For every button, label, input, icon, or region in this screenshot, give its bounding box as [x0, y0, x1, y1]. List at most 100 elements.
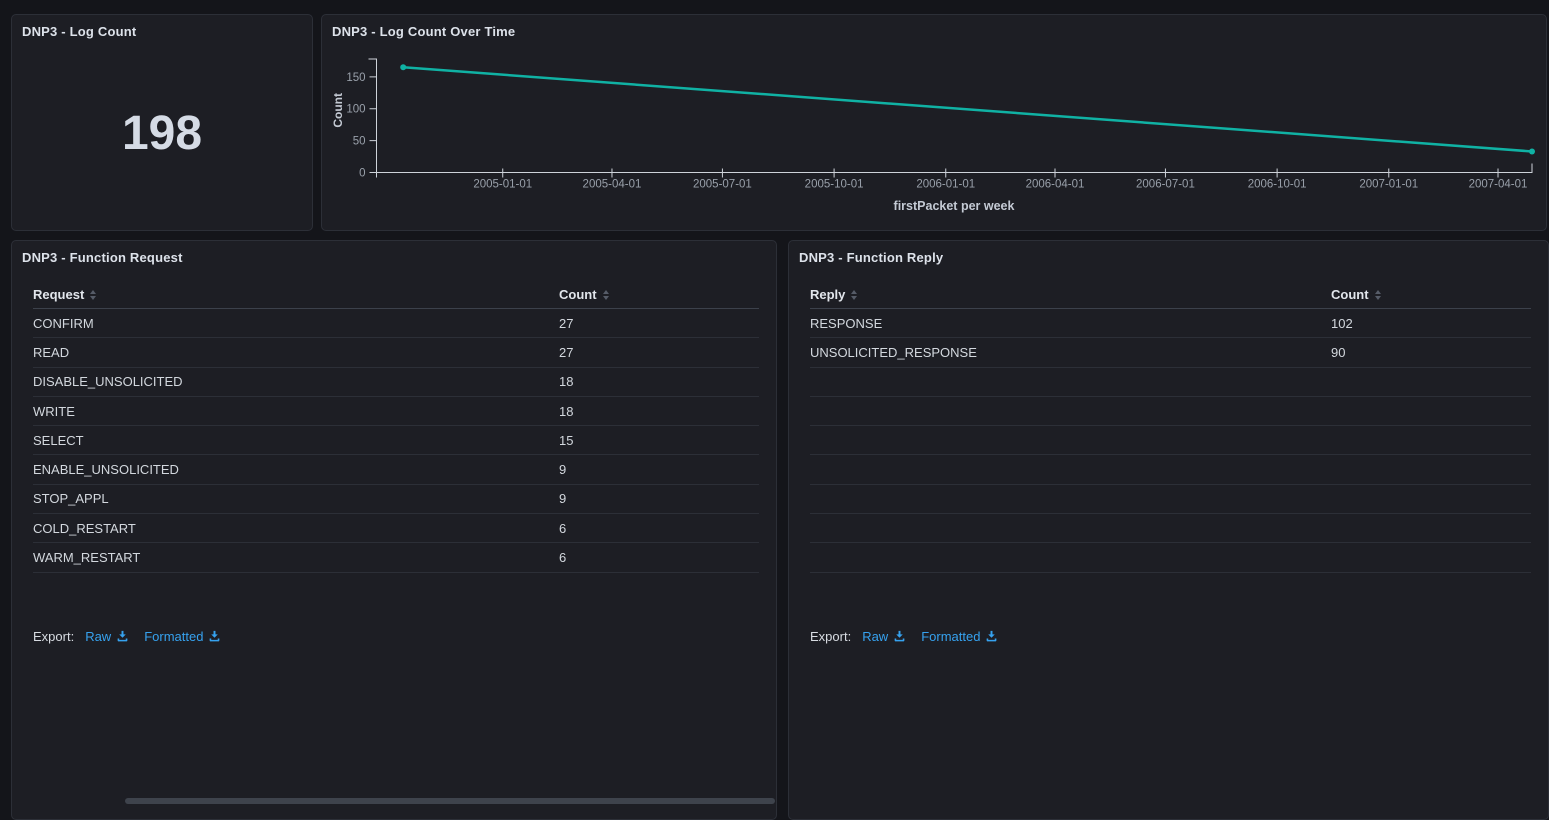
cell-count: 6 [559, 521, 759, 536]
svg-text:50: 50 [353, 136, 366, 148]
panel-function-reply: DNP3 - Function Reply Reply Count RESPON… [788, 240, 1549, 820]
table-row: DISABLE_UNSOLICITED18 [33, 368, 759, 397]
svg-text:150: 150 [346, 72, 365, 84]
sort-icon [851, 290, 857, 300]
download-icon [985, 630, 998, 643]
column-header-count[interactable]: Count [559, 287, 759, 302]
export-raw-link[interactable]: Raw [85, 629, 129, 644]
log-count-value: 198 [12, 110, 312, 158]
export-label: Export: [33, 629, 74, 644]
cell-key: ENABLE_UNSOLICITED [33, 462, 559, 477]
cell-count: 27 [559, 345, 759, 360]
sort-icon [603, 290, 609, 300]
cell-count: 18 [559, 404, 759, 419]
cell-count: 6 [559, 550, 759, 565]
sort-icon [90, 290, 96, 300]
column-header-label: Reply [810, 287, 845, 302]
column-header-label: Count [1331, 287, 1369, 302]
export-row: Export: Raw Formatted [810, 629, 1548, 644]
svg-text:0: 0 [359, 168, 365, 180]
svg-text:2005-04-01: 2005-04-01 [583, 179, 642, 191]
download-icon [116, 630, 129, 643]
table-row: ENABLE_UNSOLICITED9 [33, 455, 759, 484]
table-row: WARM_RESTART6 [33, 543, 759, 572]
svg-text:2006-07-01: 2006-07-01 [1136, 179, 1195, 191]
cell-key: COLD_RESTART [33, 521, 559, 536]
cell-key: SELECT [33, 433, 559, 448]
table-row: SELECT15 [33, 426, 759, 455]
download-icon [893, 630, 906, 643]
column-header-count[interactable]: Count [1331, 287, 1531, 302]
table-row: RESPONSE102 [810, 309, 1531, 338]
panel-log-count-over-time: DNP3 - Log Count Over Time 0501001502005… [321, 14, 1547, 231]
panel-function-request: DNP3 - Function Request Request Count CO… [11, 240, 777, 820]
cell-key: RESPONSE [810, 316, 1331, 331]
cell-count: 15 [559, 433, 759, 448]
panel-title: DNP3 - Log Count [12, 15, 312, 39]
y-axis-title: Count [331, 93, 345, 128]
panel-title: DNP3 - Function Reply [789, 241, 1548, 265]
svg-text:2006-01-01: 2006-01-01 [916, 179, 975, 191]
svg-text:100: 100 [346, 104, 365, 116]
cell-key: UNSOLICITED_RESPONSE [810, 345, 1331, 360]
table-header-row: Reply Count [810, 281, 1531, 309]
svg-text:2007-01-01: 2007-01-01 [1359, 179, 1418, 191]
cell-key: READ [33, 345, 559, 360]
table-row [810, 455, 1531, 484]
svg-text:2006-04-01: 2006-04-01 [1026, 179, 1085, 191]
function-reply-rows: RESPONSE102UNSOLICITED_RESPONSE90 [810, 309, 1531, 573]
cell-key: CONFIRM [33, 316, 559, 331]
log-count-chart[interactable]: 0 50 100 150 2005-01-01 2005-04-01 2005-07-01 2… [322, 15, 1546, 230]
table-row: STOP_APPL9 [33, 485, 759, 514]
export-link-label: Raw [862, 629, 888, 644]
svg-text:2005-07-01: 2005-07-01 [693, 179, 752, 191]
table-row [810, 543, 1531, 572]
table-row [810, 397, 1531, 426]
export-label: Export: [810, 629, 851, 644]
table-header-row: Request Count [33, 281, 759, 309]
x-axis-title: firstPacket per week [376, 199, 1532, 213]
column-header-label: Request [33, 287, 84, 302]
table-row [810, 368, 1531, 397]
cell-count: 18 [559, 374, 759, 389]
cell-count: 90 [1331, 345, 1531, 360]
sort-icon [1375, 290, 1381, 300]
table-row: READ27 [33, 338, 759, 367]
cell-count: 27 [559, 316, 759, 331]
table-row [810, 485, 1531, 514]
table-row: CONFIRM27 [33, 309, 759, 338]
column-header-reply[interactable]: Reply [810, 287, 1331, 302]
column-header-request[interactable]: Request [33, 287, 559, 302]
function-reply-table: Reply Count RESPONSE102UNSOLICITED_RESPO… [810, 281, 1531, 573]
svg-text:2007-04-01: 2007-04-01 [1469, 179, 1528, 191]
export-link-label: Raw [85, 629, 111, 644]
export-raw-link[interactable]: Raw [862, 629, 906, 644]
table-row [810, 514, 1531, 543]
table-row: UNSOLICITED_RESPONSE90 [810, 338, 1531, 367]
cell-count: 102 [1331, 316, 1531, 331]
export-row: Export: Raw Formatted [33, 629, 776, 644]
cell-key: STOP_APPL [33, 491, 559, 506]
cell-key: WRITE [33, 404, 559, 419]
svg-text:2006-10-01: 2006-10-01 [1248, 179, 1307, 191]
cell-key: DISABLE_UNSOLICITED [33, 374, 559, 389]
svg-text:2005-01-01: 2005-01-01 [473, 179, 532, 191]
export-link-label: Formatted [144, 629, 203, 644]
panel-log-count: DNP3 - Log Count 198 [11, 14, 313, 231]
table-row [810, 426, 1531, 455]
svg-text:2005-10-01: 2005-10-01 [805, 179, 864, 191]
export-formatted-link[interactable]: Formatted [144, 629, 221, 644]
download-icon [208, 630, 221, 643]
cell-count: 9 [559, 491, 759, 506]
function-request-rows: CONFIRM27READ27DISABLE_UNSOLICITED18WRIT… [33, 309, 759, 573]
export-formatted-link[interactable]: Formatted [921, 629, 998, 644]
cell-count: 9 [559, 462, 759, 477]
column-header-label: Count [559, 287, 597, 302]
function-request-table: Request Count CONFIRM27READ27DISABLE_UNS… [33, 281, 759, 573]
table-row: WRITE18 [33, 397, 759, 426]
cell-key: WARM_RESTART [33, 550, 559, 565]
panel-title: DNP3 - Function Request [12, 241, 776, 265]
horizontal-scrollbar-thumb[interactable] [125, 798, 775, 804]
table-row: COLD_RESTART6 [33, 514, 759, 543]
export-link-label: Formatted [921, 629, 980, 644]
